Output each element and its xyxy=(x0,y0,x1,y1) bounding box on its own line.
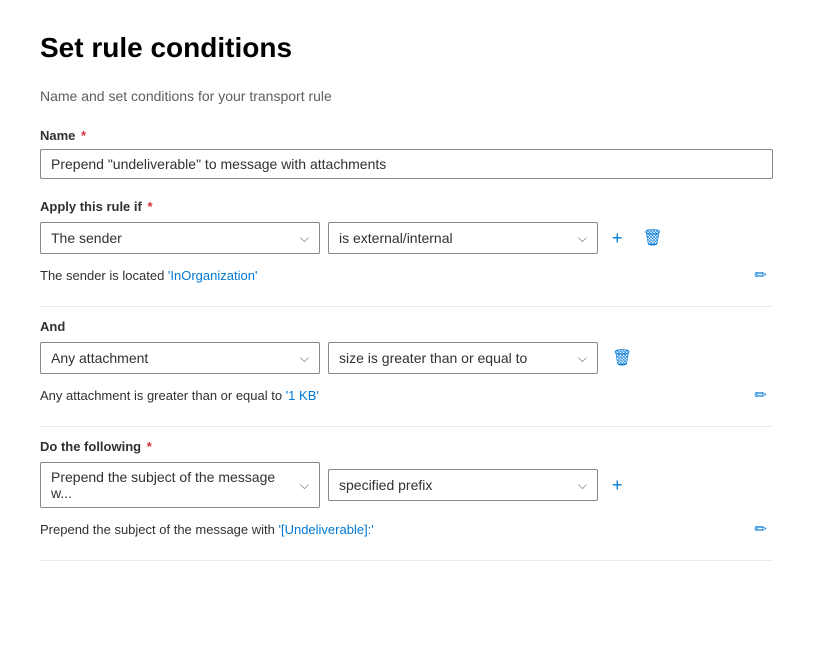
and-left-chevron-icon: ⌵ xyxy=(300,351,309,366)
and-right-chevron-icon: ⌵ xyxy=(578,351,587,366)
do-following-add-button[interactable]: + xyxy=(606,471,629,500)
plus-icon: + xyxy=(612,228,623,249)
divider-3 xyxy=(40,560,773,561)
apply-rule-description: The sender is located 'InOrganization' ✏ xyxy=(40,260,773,294)
and-rule-row: Any attachment ⌵ size is greater than or… xyxy=(40,342,773,374)
and-label: And xyxy=(40,319,773,334)
apply-rule-label: Apply this rule if * xyxy=(40,199,773,214)
do-following-label: Do the following * xyxy=(40,439,773,454)
do-following-row: Prepend the subject of the message w... … xyxy=(40,462,773,508)
do-following-left-dropdown[interactable]: Prepend the subject of the message w... … xyxy=(40,462,320,508)
page-title: Set rule conditions xyxy=(40,32,773,64)
pencil-icon: ✏ xyxy=(754,266,767,284)
and-description: Any attachment is greater than or equal … xyxy=(40,380,773,414)
do-following-left-chevron-icon: ⌵ xyxy=(300,478,309,493)
name-label: Name * xyxy=(40,128,773,143)
apply-rule-right-dropdown[interactable]: is external/internal ⌵ xyxy=(328,222,598,254)
and-rule-link[interactable]: '1 KB' xyxy=(286,388,319,403)
do-following-link[interactable]: '[Undeliverable]:' xyxy=(278,522,373,537)
trash-icon-2: 🗑 xyxy=(612,348,632,368)
page-subtitle: Name and set conditions for your transpo… xyxy=(40,88,773,104)
apply-rule-right-chevron-icon: ⌵ xyxy=(578,231,587,246)
and-right-dropdown[interactable]: size is greater than or equal to ⌵ xyxy=(328,342,598,374)
do-following-description: Prepend the subject of the message with … xyxy=(40,514,773,548)
pencil-icon-3: ✏ xyxy=(754,520,767,538)
apply-rule-link[interactable]: 'InOrganization' xyxy=(168,268,258,283)
and-edit-button[interactable]: ✏ xyxy=(748,384,773,406)
pencil-icon-2: ✏ xyxy=(754,386,767,404)
apply-rule-edit-button[interactable]: ✏ xyxy=(748,264,773,286)
do-following-right-chevron-icon: ⌵ xyxy=(578,478,587,493)
trash-icon: 🗑 xyxy=(643,228,663,248)
rule-name-input[interactable]: Prepend "undeliverable" to message with … xyxy=(40,149,773,179)
apply-rule-delete-button[interactable]: 🗑 xyxy=(637,224,669,252)
divider-2 xyxy=(40,426,773,427)
name-required-indicator: * xyxy=(77,128,86,143)
and-delete-button[interactable]: 🗑 xyxy=(606,344,638,372)
apply-rule-row: The sender ⌵ is external/internal ⌵ + 🗑 xyxy=(40,222,773,254)
do-following-edit-button[interactable]: ✏ xyxy=(748,518,773,540)
do-following-right-dropdown[interactable]: specified prefix ⌵ xyxy=(328,469,598,501)
divider-1 xyxy=(40,306,773,307)
apply-rule-left-chevron-icon: ⌵ xyxy=(300,231,309,246)
and-left-dropdown[interactable]: Any attachment ⌵ xyxy=(40,342,320,374)
apply-rule-add-button[interactable]: + xyxy=(606,224,629,253)
plus-icon-2: + xyxy=(612,475,623,496)
apply-rule-left-dropdown[interactable]: The sender ⌵ xyxy=(40,222,320,254)
